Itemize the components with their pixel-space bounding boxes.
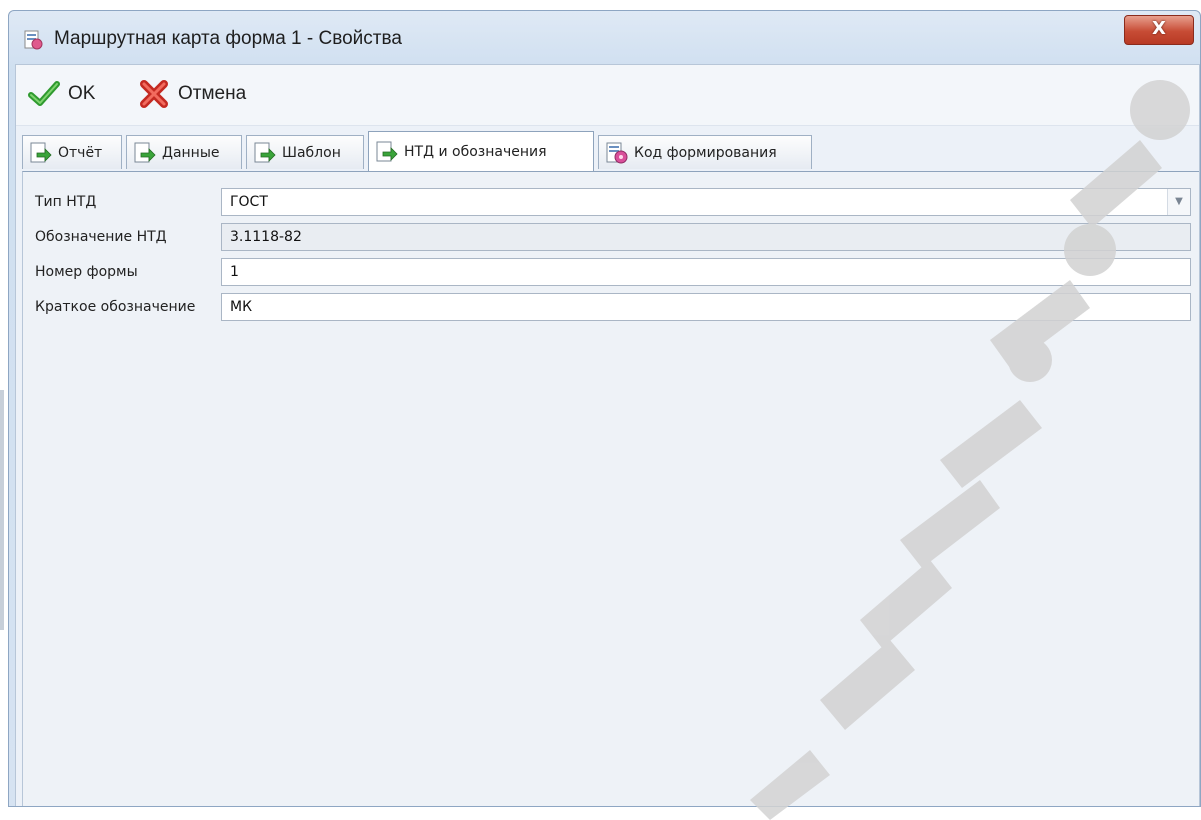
template-icon [254,142,276,162]
ntd-designation-label: Обозначение НТД [35,229,167,245]
code-icon [606,142,628,163]
tab-strip: Отчёт Данные Шаблон НТД и обозначения Ко… [22,129,1199,171]
ntd-type-select[interactable]: ГОСТ ▼ [221,188,1191,216]
app-icon [24,30,43,50]
tab-data[interactable]: Данные [126,135,242,169]
close-button[interactable]: X [1124,15,1194,45]
ok-label: OK [68,83,96,104]
ntd-type-value: ГОСТ [230,194,268,210]
ntd-type-label: Тип НТД [35,194,97,210]
left-edge-bar [0,390,4,630]
tab-code[interactable]: Код формирования [598,135,812,169]
cancel-label: Отмена [178,83,247,104]
tab-content-panel: Тип НТД ГОСТ ▼ Обозначение НТД 3.1118-82… [22,171,1199,806]
row-ntd-designation: Обозначение НТД 3.1118-82 [23,223,1199,253]
ntd-designation-field[interactable]: 3.1118-82 [221,223,1191,251]
short-designation-field[interactable]: МК [221,293,1191,321]
tab-code-label: Код формирования [634,144,777,161]
dropdown-arrow-icon[interactable]: ▼ [1167,189,1190,215]
tab-report[interactable]: Отчёт [22,135,122,169]
short-designation-label: Краткое обозначение [35,299,196,315]
tab-report-label: Отчёт [58,144,103,161]
client-area: OK Отмена Отчёт Данные Шаблон НТД и обоз… [15,64,1200,806]
checkmark-icon [28,81,60,106]
tab-ntd-label: НТД и обозначения [404,143,547,160]
tab-ntd[interactable]: НТД и обозначения [368,131,594,171]
properties-window: Маршрутная карта форма 1 - Свойства X OK… [8,10,1201,807]
window-title: Маршрутная карта форма 1 - Свойства [54,28,402,49]
tab-data-label: Данные [162,144,220,161]
row-form-number: Номер формы 1 [23,258,1199,288]
tab-template[interactable]: Шаблон [246,135,364,169]
row-ntd-type: Тип НТД ГОСТ ▼ [23,188,1199,218]
toolbar: OK Отмена [16,65,1199,126]
title-bar[interactable]: Маршрутная карта форма 1 - Свойства X [9,11,1200,66]
report-icon [30,142,52,162]
cross-icon [140,80,168,108]
cancel-button[interactable]: Отмена [138,75,246,113]
tab-template-label: Шаблон [282,144,341,161]
form-number-label: Номер формы [35,264,138,280]
form-number-field[interactable]: 1 [221,258,1191,286]
data-icon [134,142,156,162]
ok-button[interactable]: OK [28,75,95,113]
document-icon [376,141,398,161]
row-short-designation: Краткое обозначение МК [23,293,1199,323]
